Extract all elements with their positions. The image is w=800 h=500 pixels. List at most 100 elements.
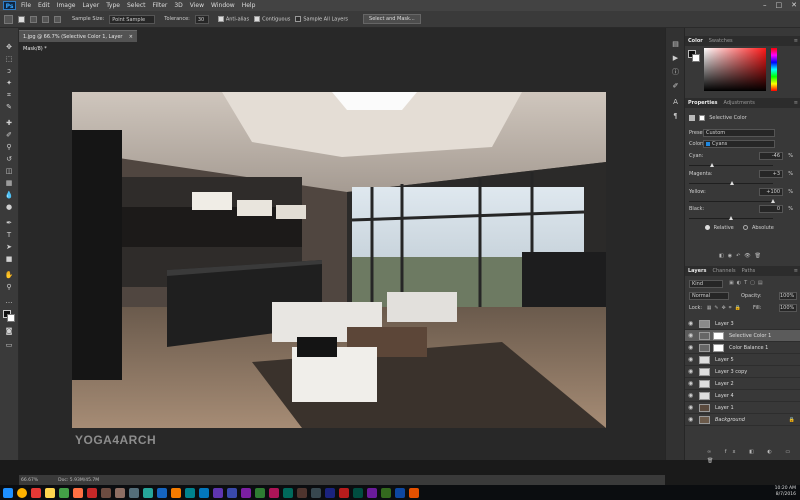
layer-row[interactable]: ◉ Layer 2: [685, 378, 800, 390]
cyan-slider[interactable]: [689, 163, 773, 167]
path-selection-tool-icon[interactable]: ➤: [4, 242, 14, 252]
visibility-eye-icon[interactable]: ◉: [688, 354, 693, 366]
clone-stamp-tool-icon[interactable]: ⚲: [4, 142, 14, 152]
panel-menu-icon[interactable]: ≡: [794, 268, 798, 274]
tab-swatches[interactable]: Swatches: [709, 38, 733, 44]
app-icon[interactable]: [157, 487, 167, 498]
new-selection-icon[interactable]: [18, 15, 25, 23]
app-icon[interactable]: [325, 487, 335, 498]
background-color-swatch[interactable]: [7, 314, 15, 322]
layer-filter-icons[interactable]: ▣◐T▢▤: [729, 279, 800, 288]
slider-thumb-magenta[interactable]: [730, 181, 735, 185]
eraser-tool-icon[interactable]: ◫: [4, 166, 14, 176]
start-button-icon[interactable]: [3, 487, 13, 498]
mask-icon[interactable]: [698, 114, 705, 121]
move-tool-icon[interactable]: ✥: [4, 42, 14, 52]
pen-tool-icon[interactable]: ✒: [4, 218, 14, 228]
fill-input[interactable]: 100%: [779, 304, 797, 312]
magic-wand-tool-preset-icon[interactable]: [4, 14, 13, 24]
anti-alias-checkbox[interactable]: Anti-alias: [217, 15, 249, 22]
excel-app-icon[interactable]: [59, 487, 69, 498]
layer-mask-thumbnail[interactable]: [713, 344, 724, 352]
minimize-button[interactable]: –: [763, 1, 767, 9]
menu-view[interactable]: View: [190, 2, 204, 9]
zoom-tool-icon[interactable]: ⚲: [4, 282, 14, 292]
app-icon[interactable]: [297, 487, 307, 498]
app-icon[interactable]: [381, 487, 391, 498]
foreground-background-swatch[interactable]: [3, 310, 15, 322]
color-picker-field[interactable]: [704, 48, 766, 91]
menu-type[interactable]: Type: [106, 2, 120, 9]
sample-all-layers-checkbox[interactable]: Sample All Layers: [295, 15, 348, 22]
menu-help[interactable]: Help: [242, 2, 256, 9]
layer-filter-kind[interactable]: Kind: [689, 280, 723, 288]
menu-filter[interactable]: Filter: [153, 2, 168, 9]
app-icon[interactable]: [339, 487, 349, 498]
app-icon[interactable]: [129, 487, 139, 498]
history-brush-tool-icon[interactable]: ↺: [4, 154, 14, 164]
brush-panel-icon[interactable]: ✐: [671, 82, 680, 91]
tab-color[interactable]: Color: [688, 38, 703, 44]
document-image[interactable]: [72, 92, 606, 428]
opera-app-icon[interactable]: [31, 487, 41, 498]
actions-panel-icon[interactable]: ▶: [671, 54, 680, 63]
preset-select[interactable]: Custom: [703, 129, 775, 137]
add-to-selection-icon[interactable]: [30, 15, 37, 23]
quick-mask-icon[interactable]: ◙: [4, 326, 14, 336]
magic-wand-tool-icon[interactable]: ✦: [4, 78, 14, 88]
type-tool-icon[interactable]: T: [4, 230, 14, 240]
select-and-mask-button[interactable]: Select and Mask...: [363, 14, 421, 24]
app-icon[interactable]: [353, 487, 363, 498]
visibility-eye-icon[interactable]: ◉: [688, 378, 693, 390]
app-icon[interactable]: [395, 487, 405, 498]
app-icon[interactable]: [73, 487, 83, 498]
black-slider[interactable]: [689, 216, 773, 220]
lock-icons[interactable]: ▦✎✥⌗🔒: [707, 305, 744, 311]
app-icon[interactable]: [311, 487, 321, 498]
magenta-slider[interactable]: [689, 181, 773, 185]
layer-row[interactable]: ◉ Layer 1: [685, 402, 800, 414]
magenta-input[interactable]: +3: [759, 170, 783, 178]
layer-mask-thumbnail[interactable]: [713, 332, 724, 340]
visibility-eye-icon[interactable]: ◉: [688, 318, 693, 330]
lasso-tool-icon[interactable]: ↄ: [4, 66, 14, 76]
visibility-eye-icon[interactable]: ◉: [688, 414, 693, 426]
dodge-tool-icon[interactable]: ●: [4, 202, 14, 212]
app-icon[interactable]: [227, 487, 237, 498]
character-panel-icon[interactable]: A: [671, 98, 680, 107]
document-tab[interactable]: 1.jpg @ 66.7% (Selective Color 1, Layer …: [19, 30, 137, 52]
brush-tool-icon[interactable]: ✐: [4, 130, 14, 140]
subtract-selection-icon[interactable]: [42, 15, 49, 23]
app-icon[interactable]: [269, 487, 279, 498]
intersect-selection-icon[interactable]: [54, 15, 61, 23]
app-icon[interactable]: [241, 487, 251, 498]
close-document-icon[interactable]: ×: [129, 31, 133, 43]
app-icon[interactable]: [283, 487, 293, 498]
hand-tool-icon[interactable]: ✋: [4, 270, 14, 280]
paragraph-panel-icon[interactable]: ¶: [671, 112, 680, 121]
layer-row[interactable]: ◉ Background 🔒: [685, 414, 800, 426]
layers-footer-icons[interactable]: ∞ fx ◧ ◐ ▭ ▤ 🗑: [707, 448, 800, 464]
history-panel-icon[interactable]: ▤: [671, 40, 680, 49]
layer-row[interactable]: ◉ Layer 3: [685, 318, 800, 330]
eyedropper-tool-icon[interactable]: ✎: [4, 102, 14, 112]
sample-size-select[interactable]: Point Sample: [109, 14, 156, 24]
menu-3d[interactable]: 3D: [174, 2, 182, 9]
tab-layers[interactable]: Layers: [688, 268, 707, 274]
zoom-level[interactable]: 66.67%: [21, 478, 38, 483]
menu-layer[interactable]: Layer: [82, 2, 99, 9]
marquee-tool-icon[interactable]: ⬚: [4, 54, 14, 64]
photoshop-app-icon[interactable]: [199, 487, 209, 498]
folder-app-icon[interactable]: [45, 487, 55, 498]
visibility-eye-icon[interactable]: ◉: [688, 390, 693, 402]
slider-thumb-cyan[interactable]: [709, 163, 714, 167]
app-icon[interactable]: [409, 487, 419, 498]
chrome-app-icon[interactable]: [17, 487, 27, 498]
menu-window[interactable]: Window: [211, 2, 235, 9]
cyan-input[interactable]: -46: [759, 152, 783, 160]
layer-row[interactable]: ◉ Layer 5: [685, 354, 800, 366]
slider-thumb-yellow[interactable]: [771, 199, 775, 203]
absolute-radio[interactable]: [743, 225, 749, 230]
contiguous-checkbox[interactable]: Contiguous: [254, 15, 290, 22]
background-swatch[interactable]: [692, 54, 700, 62]
